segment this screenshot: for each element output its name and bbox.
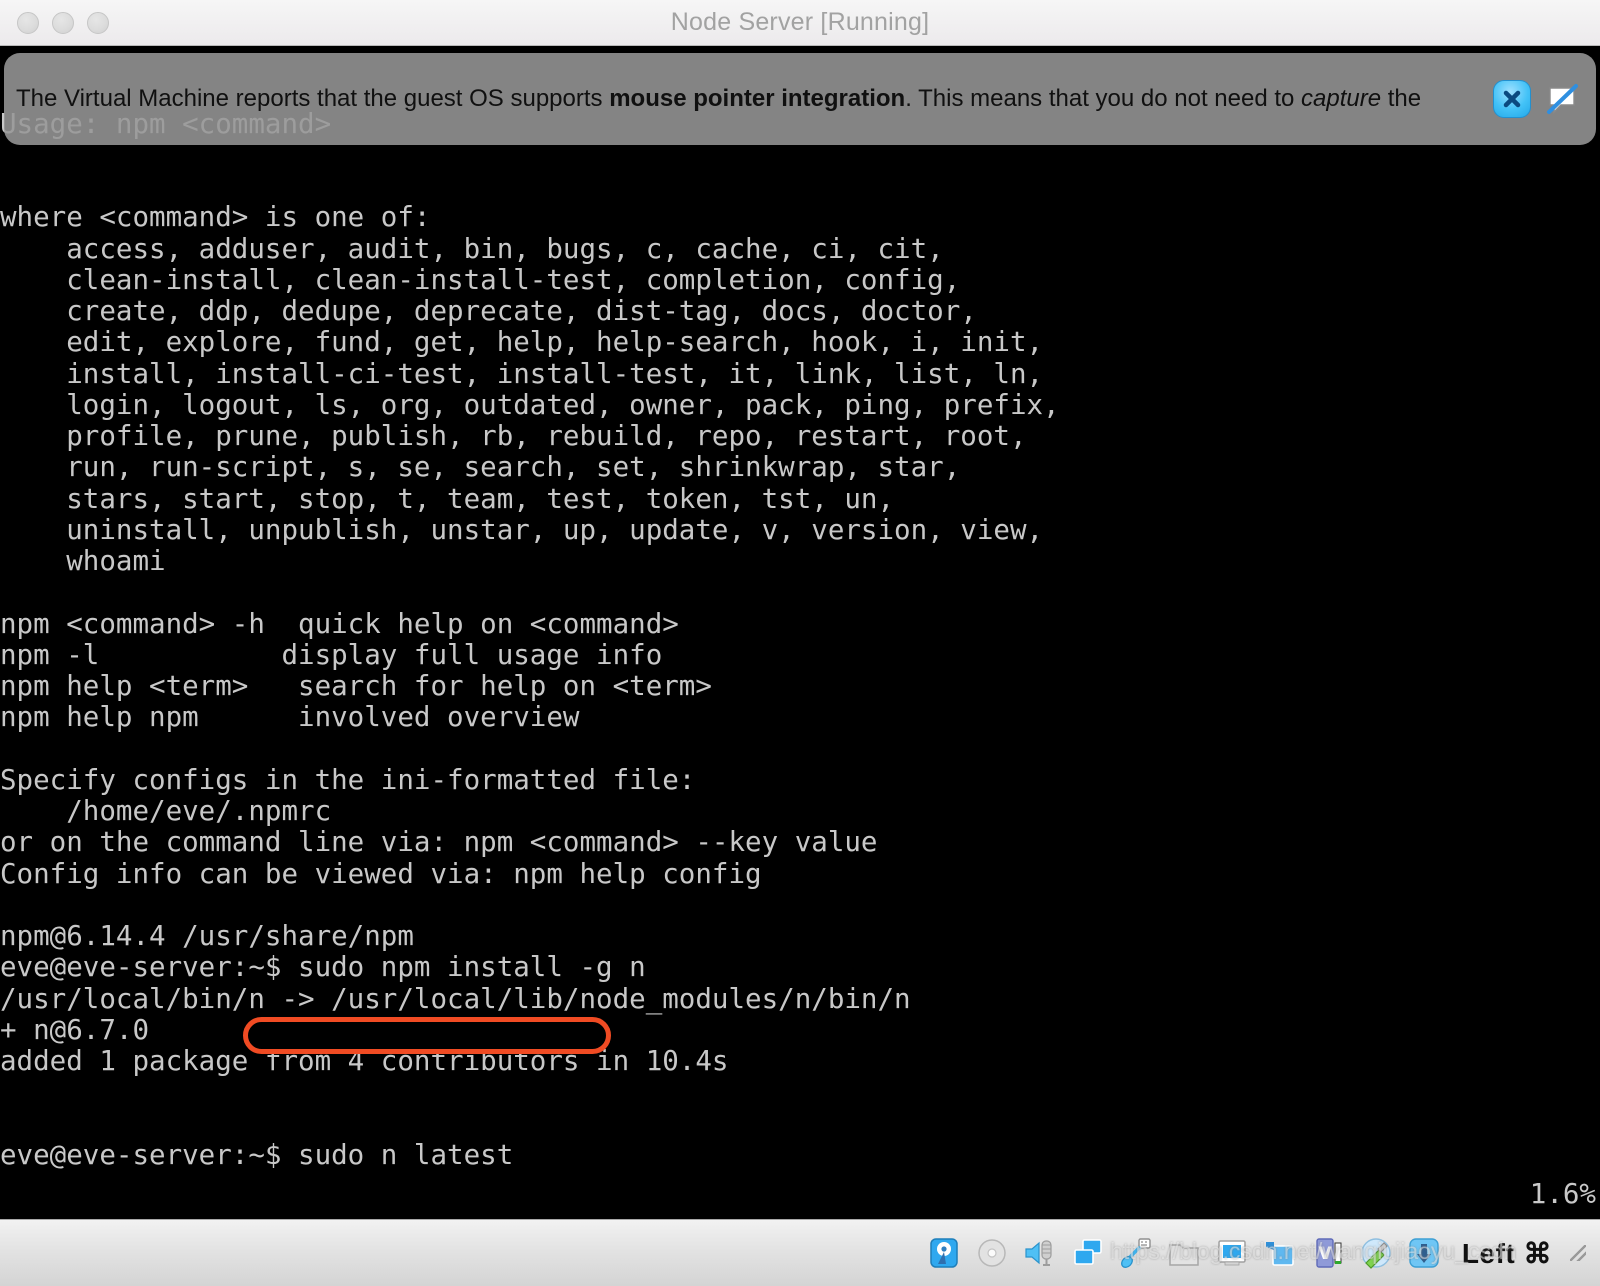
window-title: Node Server [Running] [670,8,930,36]
video-capture-icon[interactable] [1262,1235,1298,1271]
virtualbox-statusbar: V Left ⌘ [0,1219,1600,1286]
terminal-line: or on the command line via: npm <command… [0,826,878,859]
terminal-line: edit, explore, fund, get, help, help-sea… [0,326,1044,359]
terminal-body: where <command> is one of: access, addus… [0,201,1600,1077]
window-titlebar: Node Server [Running] [0,0,1600,46]
terminal-line: eve@eve-server:~$ sudo npm install -g n [0,951,646,984]
close-window-button[interactable] [17,12,39,34]
notification-text-1: The Virtual Machine reports that the gue… [16,85,610,112]
notification-close-button[interactable] [1492,79,1532,119]
terminal-line: clean-install, clean-install-test, compl… [0,263,961,296]
terminal-line: npm@6.14.4 /usr/share/npm [0,920,414,952]
close-icon[interactable] [1493,80,1531,118]
svg-text:V: V [1318,1244,1332,1264]
terminal-line: npm -l display full usage info [0,638,663,671]
close-x-glyph [1503,90,1521,108]
zoom-window-button[interactable] [87,12,109,34]
download-progress-percent: 1.6% [1529,1178,1596,1210]
display-icon[interactable] [1214,1235,1250,1271]
disable-notification-button[interactable] [1542,79,1582,119]
window-controls[interactable] [17,12,109,34]
terminal-line: create, ddp, dedupe, deprecate, dist-tag… [0,295,977,327]
terminal-line: uninstall, unpublish, unstar, up, update… [0,513,1044,546]
virtualbox-logo-icon[interactable]: V [1310,1235,1346,1271]
terminal-line: /usr/local/bin/n -> /usr/local/lib/node_… [0,982,911,1015]
notification-text-3: the [1381,85,1422,112]
terminal-line: whoami [0,545,166,577]
terminal-line: npm <command> -h quick help on <command> [0,607,679,640]
notification-text-italic: capture [1301,85,1382,112]
network-icon[interactable] [1070,1235,1106,1271]
terminal-line: Config info can be viewed via: npm help … [0,857,762,890]
notification-message: The Virtual Machine reports that the gue… [16,53,1482,145]
terminal-line: stars, start, stop, t, team, test, token… [0,482,895,515]
window-resize-grip[interactable] [1570,1245,1586,1261]
mouse-integration-notification[interactable]: The Virtual Machine reports that the gue… [4,53,1596,145]
audio-icon[interactable] [1022,1235,1058,1271]
notification-text-bold: mouse pointer integration [609,85,906,112]
terminal-line: /home/eve/.npmrc [0,795,332,827]
virtualbox-vm-window: Node Server [Running] Usage: npm <comman… [0,0,1600,1286]
terminal-line: run, run-script, s, se, search, set, shr… [0,451,961,484]
guest-screen[interactable]: Usage: npm <command> where <command> is … [0,46,1600,1219]
shared-folder-icon[interactable] [1166,1235,1202,1271]
terminal-line: access, adduser, audit, bin, bugs, c, ca… [0,232,944,265]
disable-notification-icon [1547,84,1578,114]
hard-disk-icon[interactable] [926,1235,962,1271]
minimize-window-button[interactable] [52,12,74,34]
terminal-line: profile, prune, publish, rb, rebuild, re… [0,420,1027,452]
terminal-line: + n@6.7.0 [0,1013,150,1046]
mouse-integration-icon[interactable] [1358,1235,1394,1271]
notification-text-2: . This means that you do not need to [905,85,1302,112]
host-key-icon[interactable] [1406,1235,1442,1271]
host-key-label: Left ⌘ [1461,1237,1552,1269]
terminal-line: login, logout, ls, org, outdated, owner,… [0,388,1060,421]
optical-disk-icon[interactable] [974,1235,1010,1271]
terminal-line: install, install-ci-test, install-test, … [0,357,1044,390]
terminal-line: npm help <term> search for help on <term… [0,670,712,702]
terminal-output: Usage: npm <command> where <command> is … [0,46,1600,1219]
usb-icon[interactable] [1118,1235,1154,1271]
terminal-line: npm help npm involved overview [0,701,580,734]
terminal-line: Specify configs in the ini-formatted fil… [0,763,696,796]
terminal-line: where <command> is one of: [0,201,431,234]
terminal-line: added 1 package from 4 contributors in 1… [0,1045,729,1077]
terminal-prompt-line: eve@eve-server:~$ sudo n latest [0,1138,514,1171]
